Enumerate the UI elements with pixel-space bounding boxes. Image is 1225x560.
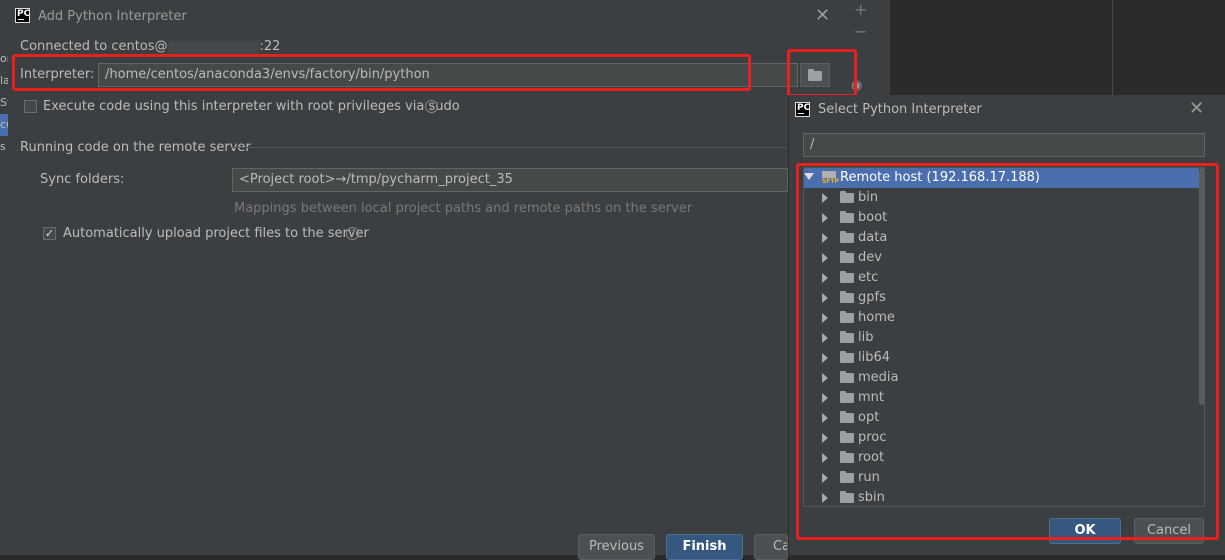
divider (1112, 0, 1113, 100)
highlight-interpreter (12, 54, 751, 91)
pycharm-logo-icon: PC (15, 8, 30, 23)
pycharm-logo-icon: PC (795, 102, 810, 117)
background-fragments: or la St cu s (0, 48, 8, 188)
connection-prefix: Connected to centos@ (20, 39, 168, 54)
redacted-host (167, 40, 260, 53)
sync-folders-input[interactable]: <Project root>→/tmp/pycharm_project_35 (232, 168, 788, 192)
auto-upload-label: Automatically upload project files to th… (63, 226, 369, 241)
cancel-button[interactable]: Ca (754, 534, 788, 560)
previous-button[interactable]: Previous (578, 534, 655, 560)
minus-icon: − (854, 22, 868, 41)
connection-suffix: :22 (259, 39, 281, 54)
fragment: St (0, 96, 8, 109)
mapping-hint: Mappings between local project paths and… (234, 201, 693, 216)
dialog-title: Add Python Interpreter (38, 9, 187, 24)
help-icon[interactable]: ? (346, 227, 359, 240)
fragment: cu (0, 114, 8, 136)
close-icon[interactable]: ✕ (1189, 100, 1204, 118)
fragment: s (0, 140, 6, 153)
sudo-label: Execute code using this interpreter with… (43, 99, 460, 114)
highlight-tree (796, 163, 1219, 540)
fragment: la (0, 74, 8, 87)
fragment: or (0, 52, 8, 65)
connection-label: Connected to centos@ :22 (20, 39, 280, 54)
section-divider (232, 147, 787, 148)
close-icon[interactable]: ✕ (815, 7, 830, 25)
section-title: Running code on the remote server (20, 140, 251, 155)
sudo-checkbox[interactable] (24, 100, 37, 113)
plus-icon: + (854, 0, 868, 19)
sync-folders-label: Sync folders: (40, 172, 125, 187)
path-input[interactable]: / (803, 133, 1205, 157)
auto-upload-checkbox[interactable]: ✓ (43, 227, 56, 240)
finish-button[interactable]: Finish (666, 534, 743, 560)
select-dialog-title: Select Python Interpreter (818, 102, 982, 117)
help-icon[interactable]: ? (425, 100, 438, 113)
highlight-browse (787, 49, 857, 97)
